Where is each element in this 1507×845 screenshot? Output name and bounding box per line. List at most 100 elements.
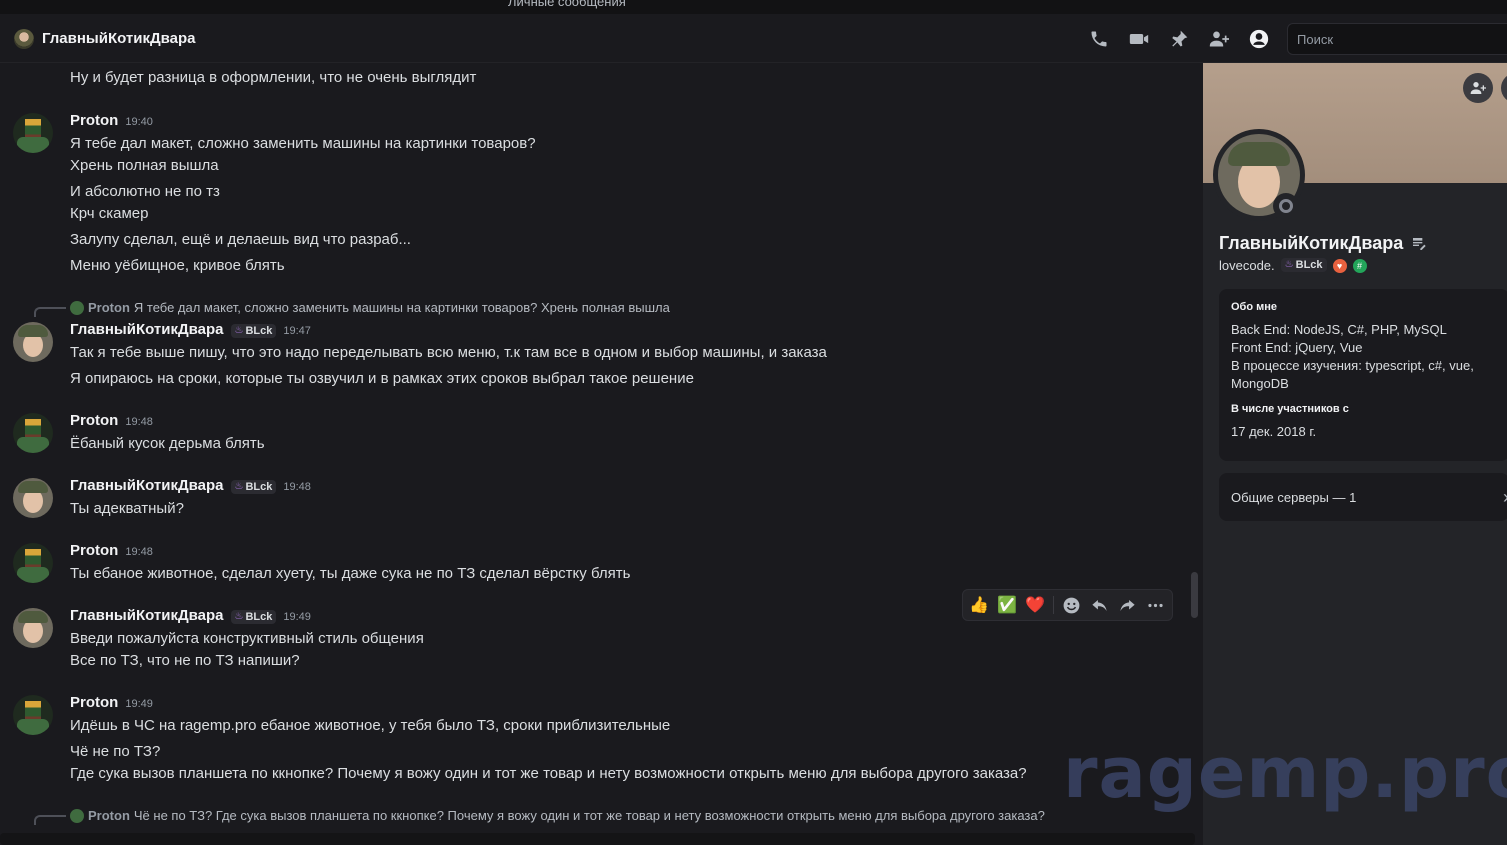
clan-tag-label: BLck [245, 480, 273, 493]
watermark: ragemp.pro [1063, 732, 1507, 814]
reply-preview[interactable]: Proton Я тебе дал макет, сложно заменить… [70, 300, 670, 315]
voice-call-icon[interactable] [1087, 27, 1111, 51]
message-author: Proton 19:49 [70, 694, 153, 711]
message-author: ГлавныйКотикДвара ♨ BLck 19:48 [70, 477, 311, 495]
message-line: Ты ебаное животное, сделал хуету, ты даж… [70, 565, 631, 582]
message-line: Хрень полная вышла [70, 157, 219, 174]
profile-name: ГлавныйКотикДвара [1219, 233, 1404, 253]
timestamp: 19:48 [283, 481, 311, 493]
flame-icon: ♨ [234, 611, 244, 622]
titlebar-text: Личные сообщения [508, 0, 626, 9]
clan-tag[interactable]: ♨ BLck [1280, 257, 1327, 272]
mutual-servers-button[interactable]: Общие серверы — 1 › [1219, 473, 1507, 521]
flame-icon: ♨ [234, 481, 244, 492]
message-line: Так я тебе выше пишу, что это надо перед… [70, 344, 827, 361]
clan-tag[interactable]: ♨ BLck [230, 323, 277, 338]
message-author: ГлавныйКотикДвара ♨ BLck 19:49 [70, 607, 311, 625]
flame-icon: ♨ [1284, 259, 1294, 270]
actions-divider [1053, 596, 1054, 614]
about-text: Back End: NodeJS, C#, PHP, MySQL Front E… [1231, 322, 1474, 391]
timestamp: 19:49 [125, 698, 153, 710]
timestamp: 19:48 [125, 546, 153, 558]
clan-tag[interactable]: ♨ BLck [230, 479, 277, 494]
author-name[interactable]: Proton [70, 112, 118, 129]
member-since-heading: В числе участников с [1231, 403, 1349, 415]
reply-icon[interactable] [1090, 595, 1110, 616]
reply-connector [34, 307, 66, 317]
message-author: Proton 19:48 [70, 412, 153, 429]
forward-icon[interactable] [1118, 595, 1138, 616]
timestamp: 19:47 [283, 325, 311, 337]
flame-icon: ♨ [234, 325, 244, 336]
reply-avatar [70, 808, 84, 823]
chat-messages: Ну и будет разница в оформлении, что не … [0, 63, 1203, 845]
user-profile-panel: ГлавныйКотикДвара lovecode. ♨ BLck ♥ # Об… [1203, 63, 1507, 845]
more-options-icon[interactable] [1146, 595, 1166, 616]
timestamp: 19:49 [283, 611, 311, 623]
message-line: Ёбаный кусок дерьма блять [70, 435, 265, 452]
reply-preview[interactable]: Proton Чё не по ТЗ? Где сука вызов планш… [70, 808, 1045, 823]
chat-scrollbar[interactable] [1191, 572, 1198, 618]
badge-red-icon[interactable]: ♥ [1332, 258, 1347, 273]
author-name[interactable]: Proton [70, 412, 118, 429]
message-line: Все по ТЗ, что не по ТЗ напиши? [70, 652, 300, 669]
message-line: И абсолютно не по тз [70, 183, 220, 200]
timestamp: 19:48 [125, 416, 153, 428]
author-name[interactable]: ГлавныйКотикДвара [70, 321, 224, 338]
profile-username[interactable]: lovecode. [1219, 258, 1275, 273]
header-avatar [14, 29, 34, 49]
note-icon[interactable] [1411, 236, 1427, 252]
profile-name-row: ГлавныйКотикДвара [1219, 233, 1427, 254]
reply-author: Proton [88, 300, 130, 315]
avatar[interactable] [13, 608, 53, 648]
add-friend-button[interactable] [1463, 73, 1493, 103]
add-reaction-icon[interactable] [1062, 595, 1082, 616]
author-name[interactable]: ГлавныйКотикДвара [70, 607, 224, 624]
avatar[interactable] [13, 695, 53, 735]
avatar[interactable] [13, 113, 53, 153]
reaction-heart[interactable]: ❤️ [1025, 595, 1045, 616]
video-call-icon[interactable] [1127, 27, 1151, 51]
timestamp: 19:40 [125, 116, 153, 128]
about-heading: Обо мне [1231, 301, 1278, 313]
avatar[interactable] [13, 322, 53, 362]
message-line: Идёшь в ЧС на ragemp.pro ебаное животное… [70, 717, 671, 734]
author-name[interactable]: Proton [70, 694, 118, 711]
member-since-date: 17 дек. 2018 г. [1231, 424, 1317, 439]
message-line: Я опираюсь на сроки, которые ты озвучил … [70, 370, 694, 387]
author-name[interactable]: Proton [70, 542, 118, 559]
reply-avatar [70, 300, 84, 315]
avatar[interactable] [13, 413, 53, 453]
clan-tag-label: BLck [1295, 258, 1323, 271]
author-name[interactable]: ГлавныйКотикДвара [70, 477, 224, 494]
reaction-thumbs-up[interactable]: 👍 [969, 595, 989, 616]
message-author: ГлавныйКотикДвара ♨ BLck 19:47 [70, 321, 311, 339]
add-friend-icon [1470, 82, 1486, 94]
clan-tag[interactable]: ♨ BLck [230, 609, 277, 624]
clan-tag-label: BLck [245, 610, 273, 623]
add-member-icon[interactable] [1207, 27, 1231, 51]
message-line: Чё не по ТЗ? [70, 743, 161, 760]
header-title[interactable]: ГлавныйКотикДвара [42, 30, 196, 47]
message-line: Крч скамер [70, 205, 149, 222]
message-actions-bar: 👍 ✅ ❤️ [962, 589, 1173, 621]
message-author: Proton 19:48 [70, 542, 153, 559]
horizontal-scrollbar[interactable] [0, 833, 1195, 845]
reply-author: Proton [88, 808, 130, 823]
avatar[interactable] [13, 543, 53, 583]
pin-icon[interactable] [1167, 27, 1191, 51]
search-input[interactable] [1287, 23, 1507, 55]
reaction-check[interactable]: ✅ [997, 595, 1017, 616]
user-profile-icon[interactable] [1247, 27, 1271, 51]
message-line: Введи пожалуйста конструктивный стиль об… [70, 630, 424, 647]
badge-hashtag-icon[interactable]: # [1352, 258, 1367, 273]
message-line: Где сука вызов планшета по ккнопке? Поче… [70, 765, 1027, 782]
reply-text: Я тебе дал макет, сложно заменить машины… [133, 300, 670, 315]
about-card: Обо мне Back End: NodeJS, C#, PHP, MySQL… [1219, 289, 1507, 461]
avatar[interactable] [13, 478, 53, 518]
message-line: Меню уёбищное, кривое блять [70, 257, 285, 274]
reply-text: Чё не по ТЗ? Где сука вызов планшета по … [133, 808, 1045, 823]
message-line: Залупу сделал, ещё и делаешь вид что раз… [70, 231, 411, 248]
status-offline-icon [1273, 193, 1299, 219]
message-line: Ты адекватный? [70, 500, 184, 517]
